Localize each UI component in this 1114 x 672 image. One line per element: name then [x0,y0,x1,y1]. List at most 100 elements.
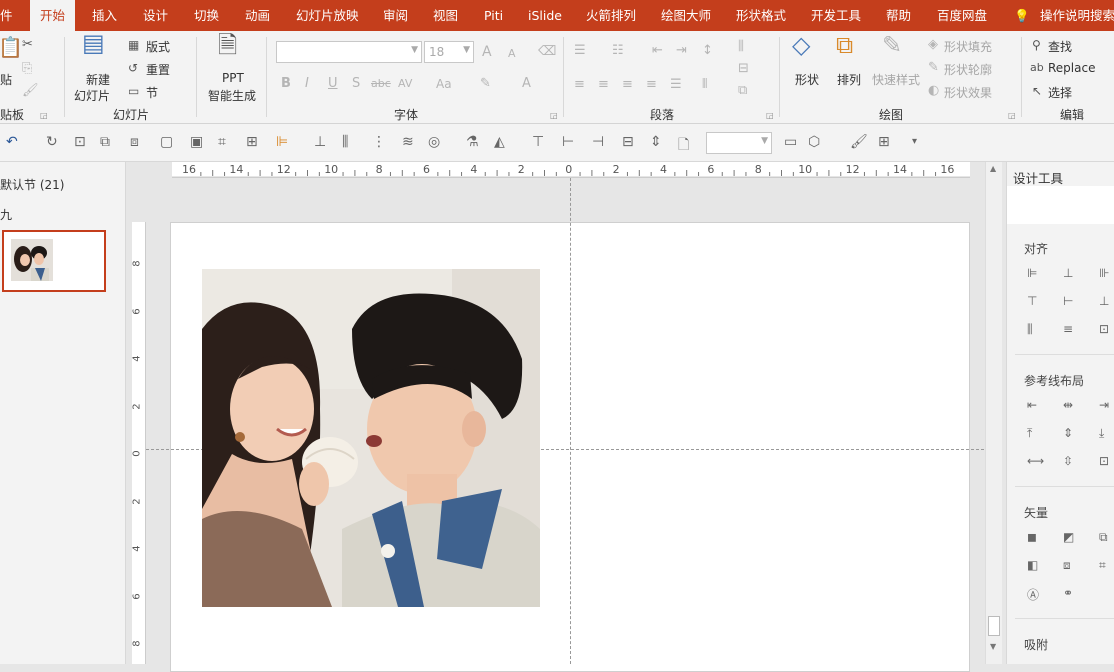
paste-button[interactable]: 贴 [0,71,12,88]
change-case-button[interactable]: Aa [436,76,452,92]
text-direction-icon[interactable]: ⫼ [738,39,744,55]
align-left-icon[interactable]: ⊫ [1027,266,1037,280]
edit-points-icon[interactable]: ⌗ [1099,558,1106,573]
font-color-button[interactable]: A [522,76,531,92]
shape-outline-button[interactable]: 形状轮廓 [944,61,992,78]
align-middle-tool-icon[interactable]: ⊢ [562,134,574,150]
align-center-h-icon[interactable]: ⊥ [1063,266,1073,280]
align-text-icon[interactable]: ⊟ [738,61,749,77]
decrease-indent-icon[interactable]: ⇤ [652,43,663,59]
tab-review[interactable]: 审阅 [383,0,408,31]
tab-transitions[interactable]: 切换 [194,0,219,31]
shape-outline-icon[interactable]: ✎ [928,60,939,76]
layout-icon[interactable]: ▦ [128,37,139,53]
quick-styles-icon[interactable]: ✎ [882,33,902,57]
drawing-launcher-icon[interactable]: ◲ [1008,111,1016,120]
vertical-ruler[interactable]: 8 6 4 2 0 2 4 6 8 [132,222,146,664]
highlight-icon[interactable]: ✎ [480,76,491,92]
intersect-icon[interactable]: ◧ [1027,558,1038,572]
font-size-combo[interactable]: 18 ▼ [424,41,474,63]
ppt-gen-label-2[interactable]: 智能生成 [208,87,256,104]
shapes-icon[interactable]: ◇ [792,33,810,57]
section-icon[interactable]: ▭ [128,83,139,99]
align-left-tool-icon[interactable]: ⊫ [276,134,288,150]
arrange-button[interactable]: 排列 [837,71,861,88]
tab-file[interactable]: 件 [0,0,13,31]
shape-effects-icon[interactable]: ◐ [928,83,939,99]
shadow-button[interactable]: S [352,76,360,92]
tab-home[interactable]: 开始 [30,0,76,31]
align-top-tool-icon[interactable]: ⊤ [532,134,544,150]
tab-design[interactable]: 设计 [143,0,168,31]
scroll-up-icon[interactable]: ▲ [990,164,996,173]
find-icon[interactable]: ⚲ [1032,37,1041,53]
underline-button[interactable]: U [328,76,338,92]
link-shapes-icon[interactable]: ⚭ [1063,586,1073,600]
arrange-icon[interactable]: ⧉ [836,33,853,57]
bullets-icon[interactable]: ☰ [574,43,586,59]
justify-icon[interactable]: ≡ [646,77,657,93]
tab-help[interactable]: 帮助 [886,0,911,31]
replace-icon[interactable]: ab [1030,60,1044,76]
section-header[interactable]: 默认节 (21) [0,176,64,193]
selection-tool-icon[interactable]: ⊞ [878,134,890,150]
align-center-icon[interactable]: ≡ [598,77,609,93]
fragment-icon[interactable]: ⧉ [1099,530,1108,545]
align-middle-icon[interactable]: ⊢ [1063,294,1073,308]
layout-button[interactable]: 版式 [146,38,170,55]
align-right-icon[interactable]: ≡ [622,77,633,93]
guide-bottom-icon[interactable]: ⤓ [1099,426,1104,441]
tab-slideshow[interactable]: 幻灯片放映 [296,0,359,31]
shapes-button[interactable]: 形状 [795,71,819,88]
guide-fit-icon[interactable]: ⊡ [1099,454,1109,468]
group-icon[interactable]: ⧈ [130,134,139,150]
align-tool-icon[interactable]: ⧉ [100,134,110,150]
columns-icon[interactable]: ⫴ [702,77,707,93]
ppt-gen-icon[interactable]: 🗎 [218,33,237,57]
align-bottom-tool-icon[interactable]: ⊣ [592,134,604,150]
tab-baidu[interactable]: 百度网盘 [937,0,987,31]
replace-button[interactable]: Replace [1048,61,1095,75]
redo-icon[interactable]: ↻ [46,134,58,150]
guide-top-icon[interactable]: ⤒ [1027,426,1032,441]
shrink-font-icon[interactable]: A [508,46,516,62]
guide-right-icon[interactable]: ⇥ [1099,398,1109,412]
guide-center-h-icon[interactable]: ⇹ [1063,398,1073,412]
tab-drawing-master[interactable]: 绘图大师 [661,0,711,31]
ungroup-icon[interactable]: ▢ [160,134,173,150]
flip-icon[interactable]: ◭ [494,134,505,150]
distribute-v-icon[interactable]: ≡ [1063,322,1073,336]
bold-button[interactable]: B [281,76,291,92]
bring-front-icon[interactable]: ▣ [190,134,203,150]
customize-qat-icon[interactable]: ▾ [912,136,917,147]
grow-font-icon[interactable]: A [482,44,492,60]
numbering-icon[interactable]: ☷ [612,43,624,59]
tab-developer[interactable]: 开发工具 [811,0,861,31]
section-button[interactable]: 节 [146,84,158,101]
tab-shape-format[interactable]: 形状格式 [736,0,786,31]
scroll-down-icon[interactable]: ▼ [990,642,996,651]
match-size-icon[interactable]: ⊡ [1099,322,1109,336]
layers-icon[interactable]: ≋ [402,134,414,150]
guide-height-icon[interactable]: ⇳ [1063,454,1073,468]
distribute-h-icon[interactable]: ⫼ [1027,322,1033,337]
tab-view[interactable]: 视图 [433,0,458,31]
line-spacing-icon[interactable]: ↕ [702,43,713,59]
subtract-icon[interactable]: ⧈ [1063,558,1071,573]
vertical-guide[interactable] [570,178,571,664]
size-combo[interactable]: ▼ [706,132,772,154]
new-slide-icon[interactable]: ▤ [82,31,105,55]
font-launcher-icon[interactable]: ◲ [550,111,558,120]
guide-center-v-icon[interactable]: ⇕ [1063,426,1073,440]
size-equal-icon[interactable]: ⊟ [622,134,634,150]
paste-icon[interactable]: 📋 [0,37,23,57]
vertical-scrollbar[interactable]: ▲ ▼ [985,162,1002,664]
scroll-thumb[interactable] [988,616,1000,636]
strikethrough-button[interactable]: abc [371,76,391,92]
undo-icon[interactable]: ↶ [6,134,18,150]
align-top-icon[interactable]: ⊤ [1027,294,1037,308]
new-slide-label-2[interactable]: 幻灯片 [74,87,110,104]
height-equal-icon[interactable]: ⇕ [650,134,662,150]
cut-icon[interactable]: ✂ [22,37,33,53]
distribute-icon[interactable]: ☰ [670,77,682,93]
